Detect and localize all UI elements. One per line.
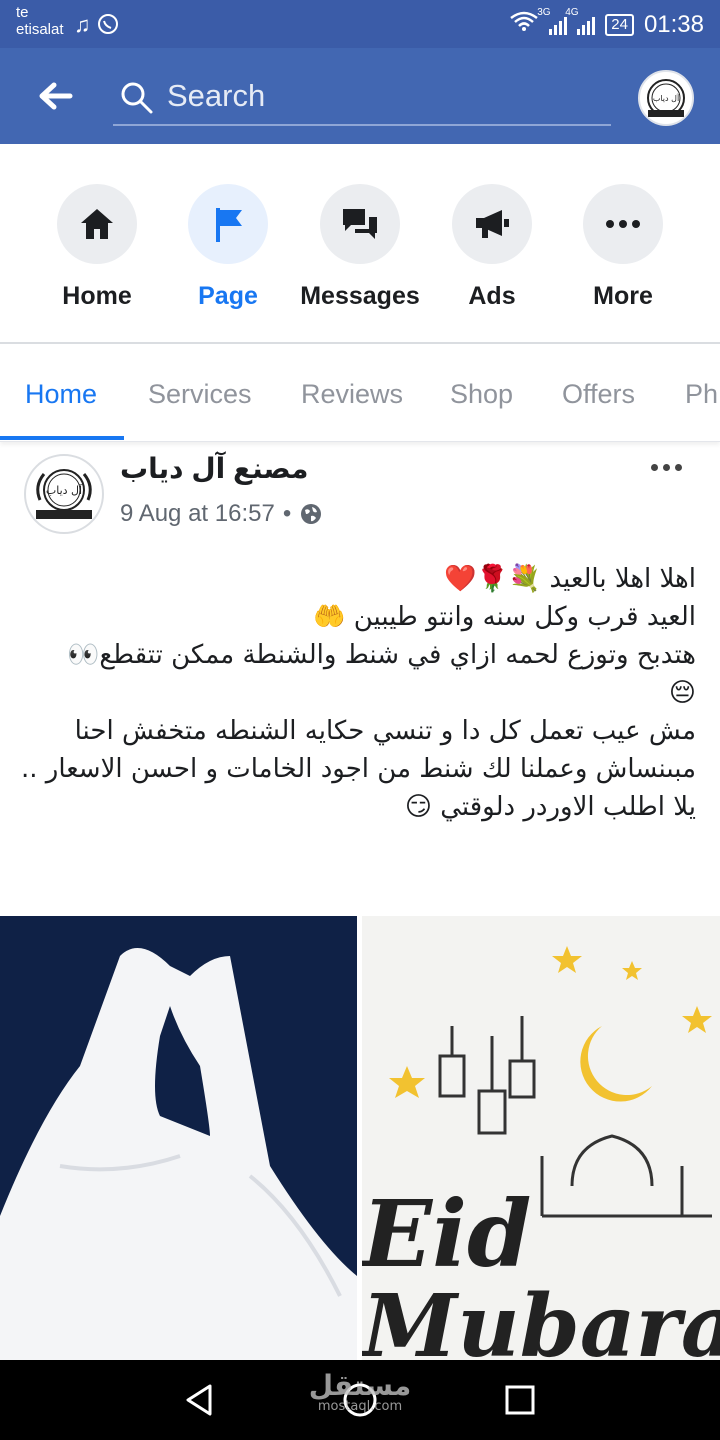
post-image-bag[interactable] — [0, 916, 357, 1360]
action-home-circle — [57, 184, 137, 264]
svg-text:Mubarak: Mubarak — [362, 1276, 720, 1360]
network-3g-label: 3G — [537, 6, 551, 18]
post-options-button[interactable] — [646, 452, 686, 482]
messages-icon — [343, 209, 377, 239]
dot — [662, 463, 670, 471]
action-page[interactable]: Page — [168, 184, 288, 311]
watermark-sub: mostaql.com — [317, 1399, 403, 1414]
search-input[interactable] — [167, 78, 597, 114]
globe-icon — [301, 504, 322, 524]
action-more-circle — [583, 184, 663, 264]
plastic-bag-illustration — [0, 948, 357, 1360]
action-ads-circle — [452, 184, 532, 264]
post-line: هتدبح وتوزع لحمه ازاي في شنط والشنطة ممك… — [67, 640, 696, 670]
wifi-icon — [509, 10, 539, 39]
whatsapp-icon — [97, 12, 119, 37]
megaphone-icon — [476, 210, 509, 238]
tab-reviews[interactable]: Reviews — [301, 379, 403, 410]
home-icon — [81, 209, 113, 239]
action-page-circle — [188, 184, 268, 264]
status-right: 3G 4G 24 01:38 — [509, 7, 704, 39]
tab-offers[interactable]: Offers — [562, 379, 635, 410]
page-avatar[interactable]: آل دياب — [638, 70, 694, 126]
search-bar[interactable] — [113, 72, 611, 126]
system-nav-bar: مستقل mostaql.com — [0, 1360, 720, 1440]
watermark-main: مستقل — [308, 1369, 412, 1402]
music-note-icon: ♫ — [74, 12, 91, 37]
back-button[interactable] — [34, 76, 78, 116]
action-home-label: Home — [62, 282, 132, 310]
search-icon — [121, 82, 153, 114]
post-timestamp[interactable]: 9 Aug at 16:57 — [120, 500, 275, 528]
tab-home[interactable]: Home — [25, 379, 97, 410]
eid-mubarak-illustration: Eid Mubarak — [362, 946, 720, 1360]
svg-text:Eid: Eid — [362, 1180, 531, 1288]
meta-separator: • — [282, 500, 292, 527]
action-more[interactable]: More — [563, 184, 683, 311]
page-actions: Home Page Messages Ads More — [0, 144, 720, 344]
action-messages-circle — [320, 184, 400, 264]
action-home[interactable]: Home — [37, 184, 157, 311]
status-bar: te etisalat ♫ 3G 4G 24 01:38 — [0, 0, 720, 48]
post-line: مش عيب تعمل كل دا و تنسي حكايه الشنطه مت… — [20, 716, 696, 784]
post-meta: 9 Aug at 16:57 • — [120, 500, 323, 528]
action-page-label: Page — [198, 282, 258, 310]
battery-icon: 24 — [605, 13, 634, 36]
action-ads[interactable]: Ads — [432, 184, 552, 311]
back-arrow-icon — [39, 82, 73, 110]
square-recents-icon — [505, 1385, 535, 1415]
nav-back-button[interactable] — [180, 1380, 220, 1420]
signal-3g-icon: 3G — [537, 7, 568, 35]
action-more-label: More — [593, 282, 653, 310]
dot — [650, 463, 658, 471]
svg-text:آل دياب: آل دياب — [46, 483, 83, 497]
brand-logo: آل دياب — [647, 79, 685, 117]
post-body: اهلا اهلا بالعيد 💐🌹❤️ العيد قرب وكل سنه … — [20, 560, 696, 826]
action-ads-label: Ads — [468, 282, 516, 310]
active-tab-indicator — [0, 436, 124, 440]
action-messages[interactable]: Messages — [300, 184, 420, 311]
post-line: العيد قرب وكل سنه وانتو طيبين 🤲 — [313, 602, 696, 632]
signal-4g-icon: 4G — [565, 7, 596, 35]
carrier-label: te etisalat — [16, 4, 64, 38]
app-header: آل دياب — [0, 48, 720, 144]
dot — [674, 463, 682, 471]
post-line: 😔 — [668, 678, 696, 708]
brand-logo: آل دياب — [36, 469, 92, 519]
action-messages-label: Messages — [300, 282, 420, 310]
flag-icon — [216, 208, 242, 242]
clock: 01:38 — [643, 10, 704, 38]
post-author-avatar[interactable]: آل دياب — [24, 454, 104, 534]
tab-photos[interactable]: Ph — [685, 379, 718, 410]
post-line: يلا اطلب الاوردر دلوقتي 😏 — [404, 792, 696, 822]
mostaql-watermark: مستقل mostaql.com — [300, 1372, 420, 1414]
carrier-line-1: te — [16, 4, 29, 21]
post-image-eid[interactable]: Eid Mubarak — [362, 916, 720, 1360]
network-4g-label: 4G — [565, 6, 579, 18]
nav-recents-button[interactable] — [500, 1380, 540, 1420]
page-tabs: Home Services Reviews Shop Offers Ph — [0, 346, 720, 442]
post-author-name[interactable]: مصنع آل دياب — [120, 452, 308, 485]
notification-icons: ♫ — [74, 12, 119, 38]
more-icon — [606, 220, 640, 228]
tab-services[interactable]: Services — [148, 379, 252, 410]
carrier-line-2: etisalat — [16, 21, 64, 38]
post-line: اهلا اهلا بالعيد 💐🌹❤️ — [444, 564, 696, 594]
triangle-back-icon — [186, 1384, 212, 1416]
tab-shop[interactable]: Shop — [450, 379, 513, 410]
svg-text:آل دياب: آل دياب — [653, 93, 680, 103]
